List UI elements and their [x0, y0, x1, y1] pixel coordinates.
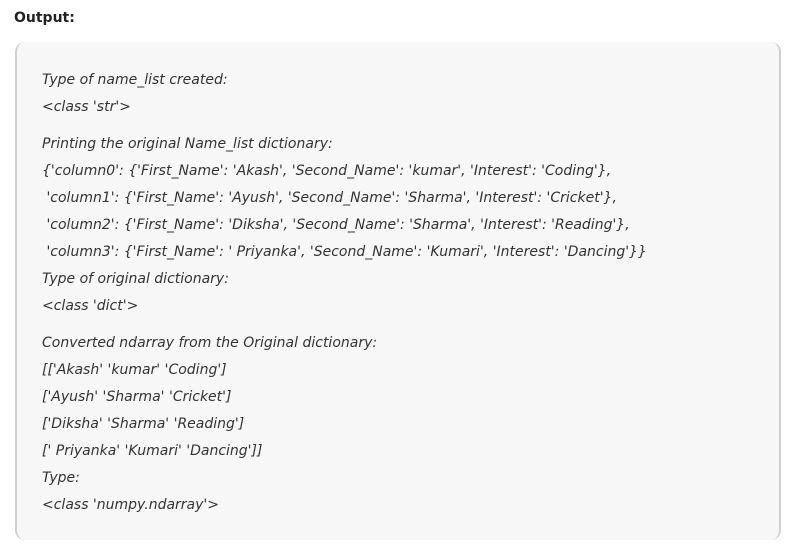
- output-line: <class 'dict'>: [42, 298, 139, 314]
- output-line: ['Ayush' 'Sharma' 'Cricket']: [42, 389, 232, 405]
- output-line: [' Priyanka' 'Kumari' 'Dancing']]: [42, 443, 263, 459]
- output-content: Type of name_list created: <class 'str'>…: [42, 70, 769, 522]
- output-line: 'column1': {'First_Name': 'Ayush', 'Seco…: [42, 190, 617, 206]
- output-line: Printing the original Name_list dictiona…: [42, 136, 333, 152]
- output-line: <class 'str'>: [42, 99, 131, 115]
- output-line: {'column0': {'First_Name': 'Akash', 'Sec…: [42, 163, 612, 179]
- output-code-block: Type of name_list created: <class 'str'>…: [15, 42, 781, 540]
- output-line: Type:: [42, 470, 80, 486]
- output-line: Type of original dictionary:: [42, 271, 229, 287]
- output-line: 'column2': {'First_Name': 'Diksha', 'Sec…: [42, 217, 630, 233]
- output-line: [['Akash' 'kumar' 'Coding']: [42, 362, 227, 378]
- output-line: <class 'numpy.ndarray'>: [42, 497, 219, 513]
- output-line: 'column3': {'First_Name': ' Priyanka', '…: [42, 244, 647, 260]
- output-line: ['Diksha' 'Sharma' 'Reading']: [42, 416, 245, 432]
- output-heading: Output:: [14, 10, 75, 26]
- output-line: Type of name_list created:: [42, 72, 228, 88]
- output-line: Converted ndarray from the Original dict…: [42, 335, 378, 351]
